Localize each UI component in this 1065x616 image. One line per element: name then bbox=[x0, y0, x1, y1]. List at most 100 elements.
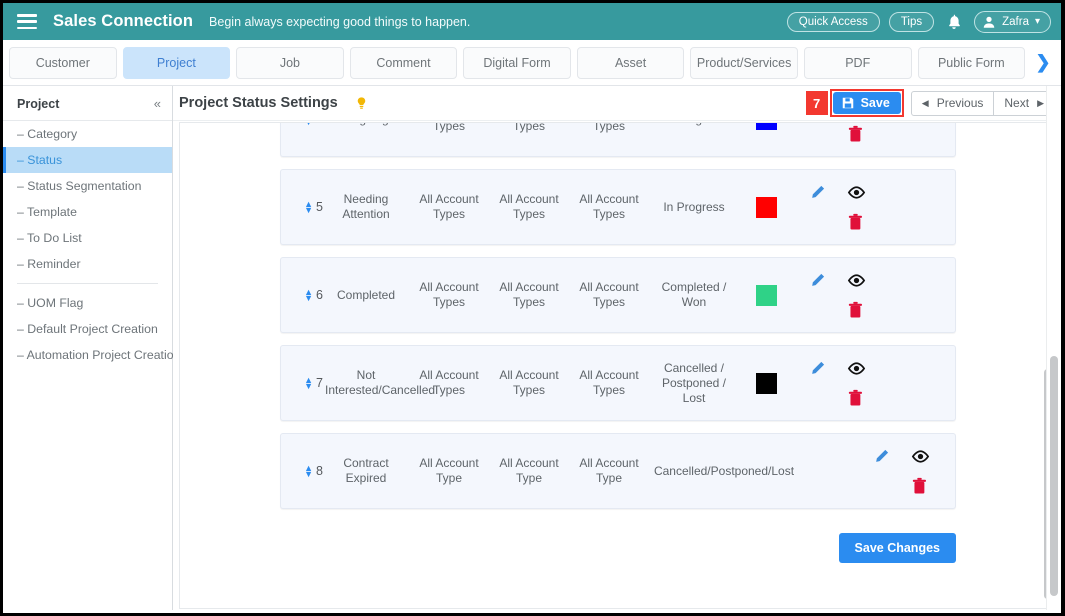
sidebar-item-status[interactable]: – Status bbox=[3, 147, 172, 173]
step-number-badge: 7 bbox=[805, 91, 828, 115]
tabs-next-arrow-icon[interactable]: ❯ bbox=[1031, 52, 1055, 73]
save-button-highlight: Save bbox=[829, 89, 904, 117]
page-scrollbar-thumb[interactable] bbox=[1050, 356, 1058, 596]
status-rows-panel: ▲▼ 4 Ongoing All Account Types All Accou… bbox=[179, 122, 1055, 609]
main-header-actions: 7 Save ◀ Previous Next ▶ bbox=[805, 89, 1055, 117]
tips-button[interactable]: Tips bbox=[888, 11, 935, 32]
trash-icon[interactable] bbox=[847, 389, 864, 412]
tab-customer[interactable]: Customer bbox=[9, 46, 117, 79]
save-changes-row: Save Changes bbox=[280, 521, 956, 573]
table-row[interactable]: ▲ ▼ 5 Needing Attention All Account Types… bbox=[280, 169, 956, 245]
tab-pdf[interactable]: PDF bbox=[803, 46, 912, 79]
row-color-cell[interactable] bbox=[739, 284, 793, 306]
page-title: Project Status Settings bbox=[179, 95, 338, 111]
tab-project[interactable]: Project bbox=[122, 46, 231, 79]
notification-bell-icon[interactable] bbox=[943, 11, 965, 33]
sidebar-item-automation-project-creation[interactable]: – Automation Project Creation bbox=[3, 342, 180, 368]
color-swatch[interactable] bbox=[755, 196, 777, 218]
row-account-type-2: All Account Types bbox=[499, 368, 559, 397]
row-order-handle[interactable]: ▲ ▼ 6 bbox=[281, 288, 323, 303]
table-row[interactable]: ▲ ▼ 7 Not Interested/Cancelled All Accoun… bbox=[280, 345, 956, 421]
save-changes-button[interactable]: Save Changes bbox=[838, 533, 956, 563]
row-order-handle[interactable]: ▲ ▼ 7 bbox=[281, 376, 323, 391]
chevron-down-icon: ▾ bbox=[1034, 15, 1040, 27]
trash-icon[interactable] bbox=[911, 477, 928, 500]
row-system-status: Completed / Won bbox=[661, 280, 727, 309]
row-color-cell[interactable] bbox=[739, 123, 793, 130]
sidebar-item-reminder[interactable]: – Reminder bbox=[3, 251, 172, 277]
row-system-status: Cancelled / Postponed / Lost bbox=[661, 360, 727, 405]
next-button-label: Next bbox=[1004, 96, 1030, 110]
sort-updown-icon[interactable]: ▲▼ bbox=[304, 464, 313, 479]
pencil-icon[interactable] bbox=[809, 360, 826, 382]
row-actions bbox=[857, 433, 955, 509]
row-account-type-3: All Account Types bbox=[579, 192, 639, 221]
lightbulb-icon[interactable] bbox=[354, 96, 369, 111]
table-row[interactable]: ▲ ▼ 6 Completed All Account Types All Acc… bbox=[280, 257, 956, 333]
tab-product-services[interactable]: Product/Services bbox=[690, 46, 798, 79]
row-actions bbox=[793, 345, 891, 421]
sidebar-item-category[interactable]: – Category bbox=[3, 121, 172, 147]
sidebar-group-secondary: – UOM Flag – Default Project Creation – … bbox=[3, 290, 180, 368]
user-menu[interactable]: Zafra ▾ bbox=[974, 10, 1051, 33]
tab-digital-form[interactable]: Digital Form bbox=[463, 46, 571, 79]
row-account-type-2: All Account Types bbox=[499, 192, 559, 221]
trash-icon[interactable] bbox=[847, 213, 864, 236]
tab-comment[interactable]: Comment bbox=[349, 46, 458, 79]
row-order-value: 6 bbox=[316, 288, 323, 302]
color-swatch[interactable] bbox=[755, 284, 777, 306]
row-account-type-3: All Account Types bbox=[579, 280, 639, 309]
module-tab-strip: Customer Project Job Comment Digital For… bbox=[3, 40, 1061, 86]
quick-access-button[interactable]: Quick Access bbox=[786, 11, 880, 32]
page-scrollbar[interactable] bbox=[1046, 86, 1061, 613]
row-actions bbox=[793, 169, 891, 245]
pencil-icon[interactable] bbox=[809, 272, 826, 294]
row-color-cell[interactable] bbox=[739, 196, 793, 218]
app-brand-title: Sales Connection bbox=[53, 12, 194, 30]
color-swatch[interactable] bbox=[755, 123, 777, 130]
sort-updown-icon[interactable]: ▲▼ bbox=[304, 288, 313, 303]
sidebar-item-to-do-list[interactable]: – To Do List bbox=[3, 225, 172, 251]
tab-job[interactable]: Job bbox=[236, 46, 344, 79]
sidebar-collapse-icon[interactable]: « bbox=[154, 96, 161, 111]
tab-asset[interactable]: Asset bbox=[576, 46, 685, 79]
sidebar-item-status-segmentation[interactable]: – Status Segmentation bbox=[3, 173, 172, 199]
sort-updown-icon[interactable]: ▲▼ bbox=[304, 376, 313, 391]
row-order-handle[interactable]: ▲ ▼ 8 bbox=[281, 464, 323, 479]
trash-icon[interactable] bbox=[847, 125, 864, 148]
row-color-cell[interactable] bbox=[739, 372, 793, 394]
app-tagline: Begin always expecting good things to ha… bbox=[209, 14, 471, 29]
sidebar: Project « – Category – Status – Status S… bbox=[3, 86, 180, 613]
eye-icon[interactable] bbox=[847, 271, 866, 295]
pencil-icon[interactable] bbox=[809, 184, 826, 206]
table-row[interactable]: ▲▼ 4 Ongoing All Account Types All Accou… bbox=[280, 123, 956, 157]
sort-updown-icon[interactable]: ▲▼ bbox=[304, 123, 313, 127]
top-bar: Sales Connection Begin always expecting … bbox=[3, 3, 1061, 40]
window-bottom-edge bbox=[3, 610, 1061, 613]
eye-icon[interactable] bbox=[911, 447, 930, 471]
sidebar-item-default-project-creation[interactable]: – Default Project Creation bbox=[3, 316, 172, 342]
row-account-type-2: All Account Types bbox=[499, 280, 559, 309]
row-order-handle[interactable]: ▲ ▼ 5 bbox=[281, 200, 323, 215]
row-account-type-3: All Account Type bbox=[579, 456, 639, 485]
eye-icon[interactable] bbox=[847, 359, 866, 383]
save-button[interactable]: Save bbox=[832, 92, 901, 114]
color-swatch[interactable] bbox=[755, 372, 777, 394]
row-account-type-2: All Account Type bbox=[499, 456, 559, 485]
sidebar-item-uom-flag[interactable]: – UOM Flag bbox=[3, 290, 172, 316]
pencil-icon[interactable] bbox=[873, 448, 890, 470]
eye-icon[interactable] bbox=[847, 183, 866, 207]
hamburger-icon[interactable] bbox=[17, 14, 37, 29]
row-order-handle[interactable]: ▲▼ 4 bbox=[281, 123, 323, 127]
trash-icon[interactable] bbox=[847, 301, 864, 324]
row-account-type-1: All Account Types bbox=[419, 192, 479, 221]
tab-public-form[interactable]: Public Form bbox=[917, 46, 1026, 79]
row-account-type-2: All Account Types bbox=[512, 123, 545, 133]
previous-button[interactable]: ◀ Previous bbox=[910, 90, 995, 116]
sidebar-item-template[interactable]: – Template bbox=[3, 199, 172, 225]
row-order-value: 8 bbox=[316, 464, 323, 478]
table-row[interactable]: ▲ ▼ 8 Contract Expired All Account Type A… bbox=[280, 433, 956, 509]
sort-updown-icon[interactable]: ▲▼ bbox=[304, 200, 313, 215]
sidebar-header: Project « bbox=[3, 86, 172, 121]
row-account-type-1: All Account Types bbox=[419, 368, 479, 397]
